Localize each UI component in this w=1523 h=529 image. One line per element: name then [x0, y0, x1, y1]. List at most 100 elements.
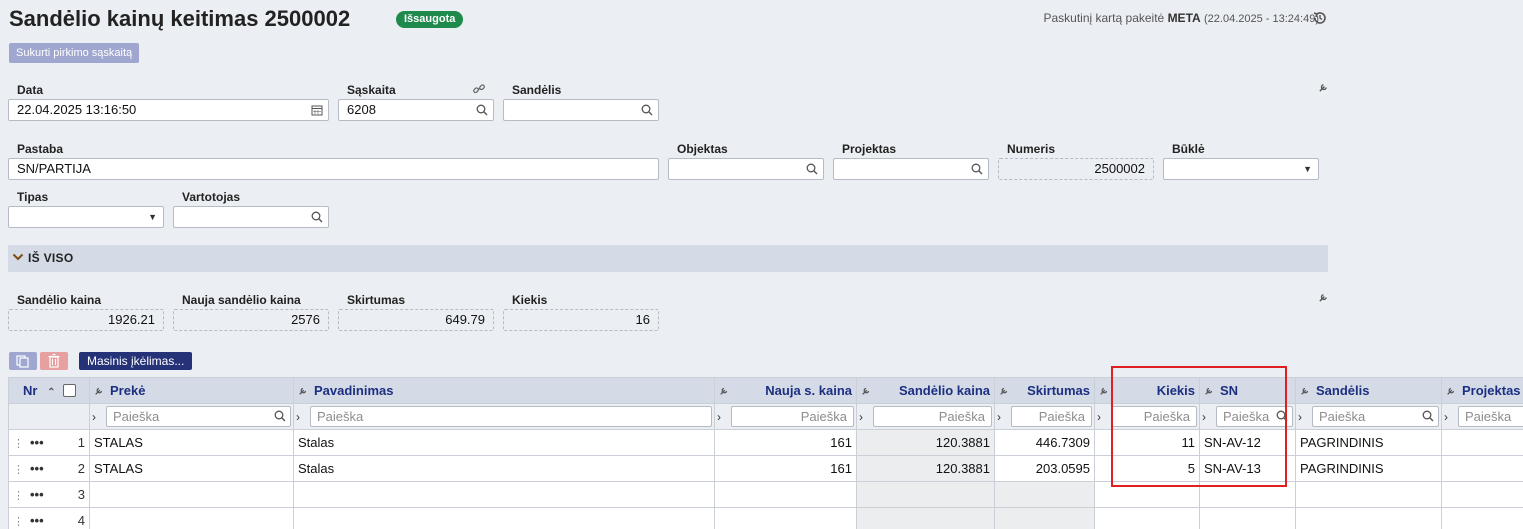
drag-handle-icon[interactable]: ⋮: [13, 438, 24, 450]
chevron-right-icon[interactable]: ›: [1097, 410, 1111, 424]
search-icon[interactable]: [641, 104, 653, 116]
wrench-icon[interactable]: [94, 386, 104, 396]
row-header[interactable]: ⋮ ••• 3: [8, 481, 90, 508]
delete-rows-button[interactable]: [40, 352, 68, 370]
wrench-icon[interactable]: [861, 386, 871, 396]
column-header-skirtumas[interactable]: Skirtumas: [994, 377, 1095, 404]
column-preke-label: Prekė: [110, 383, 146, 398]
projektas-search-input[interactable]: Paieška: [1458, 406, 1523, 427]
cell-sandelis[interactable]: PAGRINDINIS: [1295, 455, 1442, 482]
wrench-icon[interactable]: [1318, 82, 1329, 93]
row-menu-icon[interactable]: •••: [30, 513, 44, 528]
row-menu-icon[interactable]: •••: [30, 435, 44, 450]
wrench-icon[interactable]: [1099, 386, 1109, 396]
chevron-right-icon[interactable]: ›: [717, 410, 731, 424]
search-icon[interactable]: [1422, 410, 1434, 422]
totals-section-header[interactable]: IŠ VISO: [8, 245, 1328, 272]
column-header-projektas[interactable]: Projektas: [1441, 377, 1523, 404]
column-sandelis-label: Sandėlis: [1316, 383, 1370, 398]
data-field[interactable]: 22.04.2025 13:16:50: [8, 99, 329, 121]
vartotojas-field[interactable]: [173, 206, 329, 228]
drag-handle-icon[interactable]: ⋮: [13, 516, 24, 528]
drag-handle-icon[interactable]: ⋮: [13, 490, 24, 502]
select-all-checkbox[interactable]: [63, 384, 77, 397]
bukle-select[interactable]: ▼: [1163, 158, 1319, 180]
create-purchase-invoice-button[interactable]: Sukurti pirkimo sąskaitą: [9, 43, 140, 63]
drag-handle-icon[interactable]: ⋮: [13, 464, 24, 476]
row-header[interactable]: ⋮ ••• 1: [8, 429, 90, 456]
cell-preke[interactable]: STALAS: [89, 429, 294, 456]
cell-sn[interactable]: [1199, 507, 1296, 529]
column-header-sandelis[interactable]: Sandėlis: [1295, 377, 1442, 404]
cell-projektas[interactable]: [1441, 507, 1523, 529]
column-header-sandelio-kaina[interactable]: Sandėlio kaina: [856, 377, 995, 404]
chevron-right-icon[interactable]: ›: [997, 410, 1011, 424]
column-header-pavadinimas[interactable]: Pavadinimas: [293, 377, 715, 404]
nauja-kaina-search-input[interactable]: Paieška: [731, 406, 854, 427]
cell-pavadinimas[interactable]: [293, 481, 715, 508]
table-row[interactable]: ⋮ ••• 3: [8, 481, 1523, 508]
chevron-right-icon[interactable]: ›: [859, 410, 873, 424]
search-icon[interactable]: [476, 104, 488, 116]
mass-import-button[interactable]: Masinis įkėlimas...: [79, 352, 193, 370]
cell-preke[interactable]: [89, 481, 294, 508]
skirtumas-search-input[interactable]: Paieška: [1011, 406, 1092, 427]
cell-sandelis[interactable]: PAGRINDINIS: [1295, 429, 1442, 456]
wrench-icon[interactable]: [1318, 292, 1329, 303]
saskaita-field[interactable]: 6208: [338, 99, 494, 121]
table-row[interactable]: ⋮ ••• 2 STALAS Stalas 161 120.3881 203.059…: [8, 455, 1523, 482]
tipas-select[interactable]: ▼: [8, 206, 164, 228]
cell-projektas[interactable]: [1441, 481, 1523, 508]
chevron-right-icon[interactable]: ›: [1444, 410, 1458, 424]
cell-preke[interactable]: [89, 507, 294, 529]
last-modified-prefix: Paskutinį kartą pakeitė: [1043, 11, 1165, 25]
wrench-icon[interactable]: [1300, 386, 1310, 396]
wrench-icon[interactable]: [719, 386, 729, 396]
cell-nauja-kaina[interactable]: 161: [714, 429, 857, 456]
preke-search-input[interactable]: Paieška: [106, 406, 291, 427]
sandelis-search-input[interactable]: Paieška: [1312, 406, 1439, 427]
row-header[interactable]: ⋮ ••• 2: [8, 455, 90, 482]
cell-projektas[interactable]: [1441, 455, 1523, 482]
chevron-right-icon[interactable]: ›: [92, 410, 106, 424]
projektas-field[interactable]: [833, 158, 989, 180]
calendar-icon[interactable]: [311, 104, 323, 116]
pastaba-field[interactable]: SN/PARTIJA: [8, 158, 659, 180]
sort-up-icon[interactable]: ⌃: [47, 387, 55, 398]
table-row[interactable]: ⋮ ••• 4: [8, 507, 1523, 529]
cell-sandelis[interactable]: [1295, 507, 1442, 529]
sandelio-kaina-search-input[interactable]: Paieška: [873, 406, 992, 427]
row-menu-icon[interactable]: •••: [30, 461, 44, 476]
cell-nauja-kaina[interactable]: [714, 507, 857, 529]
cell-pavadinimas[interactable]: [293, 507, 715, 529]
sandelis-field[interactable]: [503, 99, 659, 121]
objektas-field[interactable]: [668, 158, 824, 180]
cell-pavadinimas[interactable]: Stalas: [293, 455, 715, 482]
wrench-icon[interactable]: [999, 386, 1009, 396]
cell-pavadinimas[interactable]: Stalas: [293, 429, 715, 456]
cell-nauja-kaina[interactable]: [714, 481, 857, 508]
link-icon[interactable]: [472, 82, 486, 96]
column-header-preke[interactable]: Prekė: [89, 377, 294, 404]
cell-sandelis[interactable]: [1295, 481, 1442, 508]
chevron-right-icon[interactable]: ›: [296, 410, 310, 424]
chevron-right-icon[interactable]: ›: [1298, 410, 1312, 424]
cell-preke[interactable]: STALAS: [89, 455, 294, 482]
search-icon[interactable]: [274, 410, 286, 422]
cell-projektas[interactable]: [1441, 429, 1523, 456]
cell-kiekis[interactable]: [1094, 507, 1200, 529]
search-icon[interactable]: [311, 211, 323, 223]
row-header[interactable]: ⋮ ••• 4: [8, 507, 90, 529]
row-menu-icon[interactable]: •••: [30, 487, 44, 502]
table-row[interactable]: ⋮ ••• 1 STALAS Stalas 161 120.3881 446.730…: [8, 429, 1523, 456]
column-header-nauja-kaina[interactable]: Nauja s. kaina: [714, 377, 857, 404]
pavadinimas-search-input[interactable]: Paieška: [310, 406, 712, 427]
wrench-icon[interactable]: [1446, 386, 1456, 396]
cell-nauja-kaina[interactable]: 161: [714, 455, 857, 482]
search-icon[interactable]: [806, 163, 818, 175]
history-icon[interactable]: [1312, 10, 1328, 26]
copy-rows-button[interactable]: [9, 352, 37, 370]
wrench-icon[interactable]: [298, 386, 308, 396]
column-header-nr[interactable]: Nr ⌃: [8, 377, 90, 404]
search-icon[interactable]: [971, 163, 983, 175]
